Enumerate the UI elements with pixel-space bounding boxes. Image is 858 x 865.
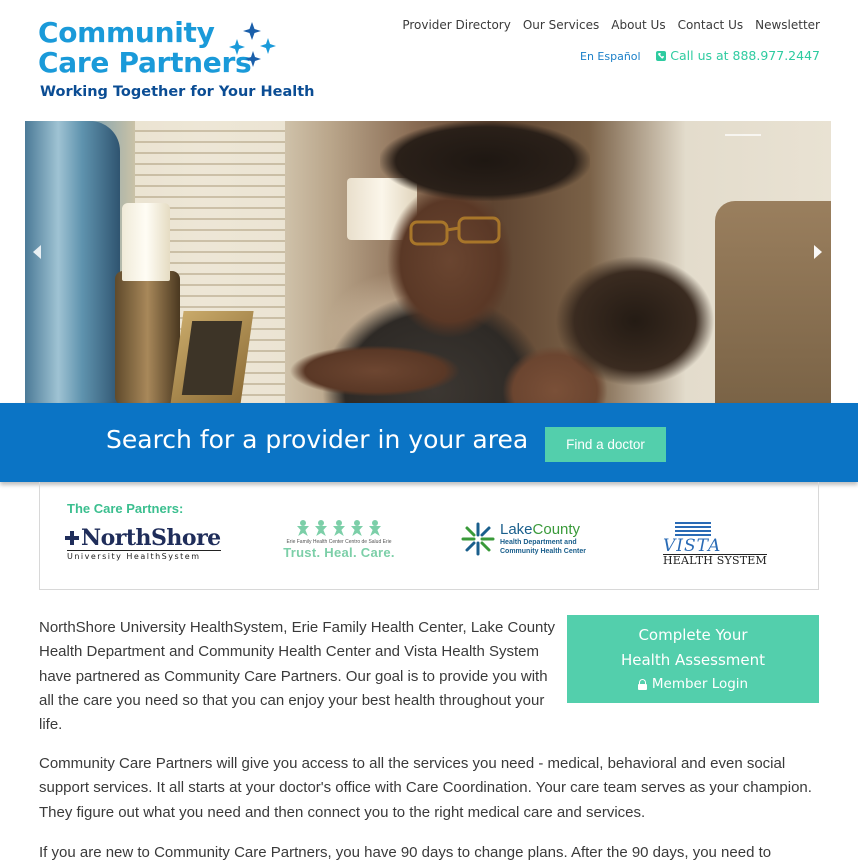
lock-icon (637, 678, 647, 690)
woman-hair (380, 121, 590, 201)
logo-tagline: Working Together for Your Health (40, 84, 315, 100)
chevron-right-icon[interactable] (814, 245, 822, 259)
partners-title: The Care Partners: (67, 501, 184, 516)
lakecounty-text: LakeCounty Health Department and Communi… (500, 522, 586, 556)
lakecounty-name-b: County (532, 521, 581, 538)
call-us-text: Call us at 888.977.2447 (670, 48, 820, 63)
nav-newsletter[interactable]: Newsletter (755, 18, 820, 32)
sparkle-icon (229, 22, 276, 67)
phone-icon (656, 50, 667, 61)
site-logo[interactable]: Community Care Partners Working Together… (38, 16, 314, 108)
candle-holder (115, 271, 180, 405)
erie-logo[interactable]: Erie Family Health Center Centro de Salu… (278, 520, 400, 560)
new-member-paragraph: If you are new to Community Care Partner… (39, 844, 772, 861)
erie-slogan: Trust. Heal. Care. (283, 545, 395, 560)
lakecounty-name: LakeCounty (500, 522, 586, 538)
lakecounty-sub-2: Community Health Center (500, 548, 586, 555)
arm (275, 341, 475, 401)
care-partners-box: The Care Partners: NorthShore University… (39, 482, 819, 590)
search-heading: Search for a provider in your area (106, 425, 529, 454)
member-login-label: Member Login (651, 676, 749, 692)
logo-line-2: Care Partners (38, 46, 252, 79)
northshore-logo[interactable]: NorthShore University HealthSystem (65, 526, 221, 561)
vista-subtitle: HEALTH SYSTEM (663, 554, 767, 567)
picture-frame (170, 311, 254, 405)
carousel-indicator[interactable] (725, 134, 761, 136)
northshore-subtitle: University HealthSystem (67, 550, 221, 561)
intro-paragraph: NorthShore University HealthSystem, Erie… (39, 619, 556, 734)
person-icon (351, 520, 363, 536)
nav-contact-us[interactable]: Contact Us (678, 18, 744, 32)
find-doctor-button[interactable]: Find a doctor (545, 427, 666, 462)
northshore-wordmark: NorthShore (65, 526, 221, 550)
vista-name: VISTA (663, 536, 722, 556)
lakecounty-name-a: Lake (500, 521, 533, 538)
flag-icon (675, 522, 711, 538)
assessment-line-1: Complete Your (638, 626, 748, 644)
girl-figure (495, 241, 755, 405)
nav-about-us[interactable]: About Us (611, 18, 665, 32)
provider-search-band: Search for a provider in your area Find … (0, 403, 858, 482)
lakecounty-logo[interactable]: LakeCounty Health Department and Communi… (461, 522, 586, 556)
top-navigation: Provider Directory Our Services About Us… (402, 18, 820, 32)
logo-line-1: Community (38, 16, 215, 49)
person-icon (369, 520, 381, 536)
assessment-line-2: Health Assessment (620, 651, 765, 669)
person-icon (315, 520, 327, 536)
health-assessment-button[interactable]: Complete Your Health Assessment Member L… (567, 615, 819, 703)
vase (25, 121, 120, 405)
call-us-link[interactable]: Call us at 888.977.2447 (656, 48, 820, 63)
hero-carousel (25, 121, 831, 405)
nav-our-services[interactable]: Our Services (523, 18, 599, 32)
candle (122, 203, 170, 281)
cross-icon (65, 531, 79, 545)
person-icon (297, 520, 309, 536)
chevron-left-icon[interactable] (33, 245, 41, 259)
vista-logo[interactable]: VISTA HEALTH SYSTEM (663, 522, 767, 567)
people-icon (278, 520, 400, 538)
espanol-link[interactable]: En Español (580, 50, 641, 63)
starburst-icon (461, 522, 495, 556)
nav-provider-directory[interactable]: Provider Directory (402, 18, 511, 32)
services-paragraph: Community Care Partners will give you ac… (39, 755, 812, 821)
member-login[interactable]: Member Login (567, 676, 819, 692)
northshore-name: NorthShore (81, 525, 221, 551)
person-icon (333, 520, 345, 536)
lakecounty-sub-1: Health Department and (500, 539, 577, 546)
